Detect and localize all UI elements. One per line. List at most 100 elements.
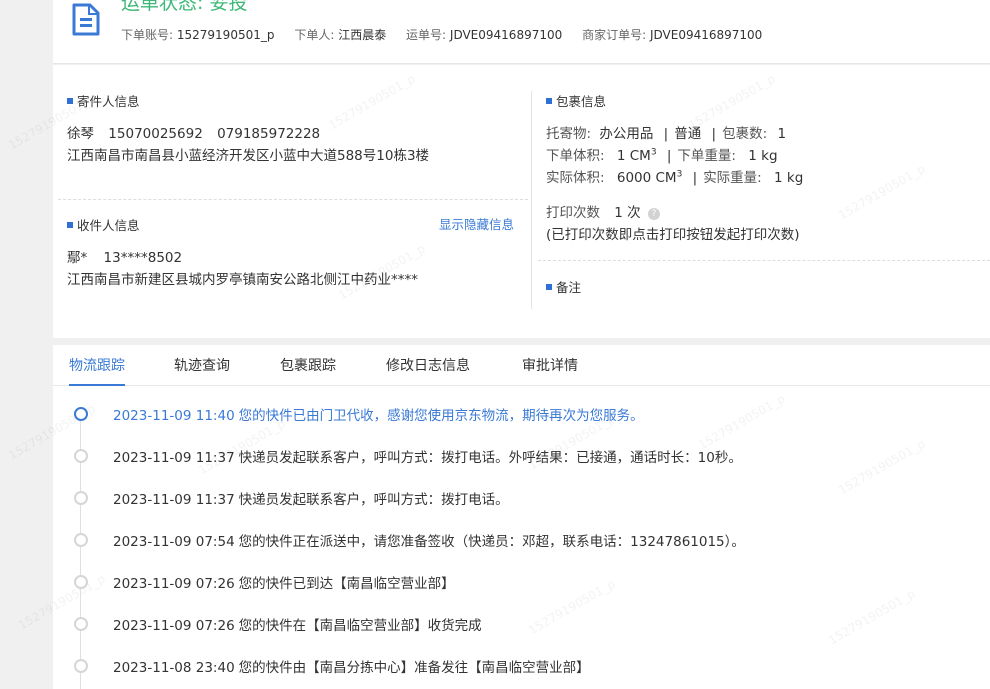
- timeline-text: 您的快件已由门卫代收，感谢您使用京东物流，期待再次为您服务。: [238, 408, 644, 424]
- package-count-label: 包裹数:: [722, 126, 768, 142]
- receiver-contact: 鄢* 13****8502: [67, 246, 182, 266]
- meta-waybill-no: 运单号: JDVE09416897100: [406, 28, 562, 42]
- actual-volume-value: 6000 CM3: [616, 170, 682, 187]
- sender-address: 江西南昌市南昌县小蓝经济开发区小蓝中大道588号10栋3楼: [67, 148, 430, 164]
- meta-label: 商家订单号:: [582, 28, 647, 42]
- tracking-panel: 15279190501_p 15279190501_p 15279190501_…: [6, 345, 990, 689]
- timeline-item: 2023-11-09 11:40 您的快件已由门卫代收，感谢您使用京东物流，期待再…: [53, 404, 990, 424]
- meta-value: JDVE09416897100: [449, 28, 563, 42]
- timeline-item: 2023-11-09 07:54 您的快件正在派送中，请您准备签收（快递员：邓超，…: [53, 530, 990, 550]
- remarks-section-title: 备注: [546, 277, 581, 296]
- timeline-entry: 2023-11-09 07:26 您的快件已到达【南昌临空营业部】: [113, 572, 455, 592]
- receiver-section-title: 收件人信息: [67, 215, 140, 234]
- meta-orderer: 下单人: 江西晨泰: [294, 28, 386, 42]
- timeline-item: 2023-11-09 07:26 您的快件在【南昌临空营业部】收货完成: [53, 614, 990, 634]
- sender-name: 徐琴: [67, 126, 94, 142]
- waybill-header: 运单状态: 妥投 下单账号: 15279190501_p 下单人: 江西晨泰 运…: [53, 0, 990, 64]
- tab-approval-details[interactable]: 审批详情: [522, 355, 578, 386]
- contents-label: 托寄物:: [546, 126, 592, 142]
- package-contents-row: 托寄物: 办公用品 | 普通 | 包裹数: 1: [546, 122, 786, 142]
- timeline-dot: [74, 407, 88, 421]
- timeline-entry: 2023-11-09 07:26 您的快件在【南昌临空营业部】收货完成: [113, 614, 482, 634]
- timeline-time: 2023-11-09 11:40: [113, 408, 235, 424]
- timeline-dot: [74, 659, 88, 673]
- timeline-dot: [74, 617, 88, 631]
- tracking-tabs: 物流跟踪 轨迹查询 包裹跟踪 修改日志信息 审批详情: [53, 345, 990, 386]
- receiver-name: 鄢*: [67, 250, 88, 266]
- meta-value: 15279190501_p: [176, 28, 275, 42]
- shipment-info-panel: 15279190501_p 15279190501_p 15279190501_…: [6, 65, 990, 338]
- sender-section-title: 寄件人信息: [67, 91, 140, 110]
- print-count-value: 1 次: [614, 205, 641, 221]
- separator: |: [692, 170, 698, 186]
- timeline-text: 您的快件已到达【南昌临空营业部】: [238, 576, 455, 592]
- section-divider: [58, 199, 528, 200]
- timeline-time: 2023-11-09 07:54: [113, 534, 235, 550]
- tab-change-log[interactable]: 修改日志信息: [386, 355, 470, 386]
- print-count-note: (已打印次数即点击打印按钮发起打印次数): [546, 227, 800, 243]
- watermark: 15279190501_p: [326, 71, 418, 133]
- timeline-item: 2023-11-09 07:26 您的快件已到达【南昌临空营业部】: [53, 572, 990, 592]
- print-count-label: 打印次数: [546, 205, 600, 221]
- receiver-address: 江西南昌市新建区县城内罗亭镇南安公路北侧江中药业****: [67, 272, 418, 288]
- timeline-text: 快递员发起联系客户，呼叫方式：拨打电话。: [238, 492, 509, 508]
- actual-volume-label: 实际体积:: [546, 170, 605, 186]
- timeline-item: 2023-11-09 11:37 快递员发起联系客户，呼叫方式：拨打电话。外呼结果…: [53, 446, 990, 466]
- actual-volume-number: 6000 CM: [616, 170, 677, 186]
- meta-label: 下单账号:: [121, 28, 174, 42]
- timeline-item: 2023-11-08 23:40 您的快件由【南昌分拣中心】准备发往【南昌临空营业…: [53, 656, 990, 676]
- section-divider: [538, 260, 990, 261]
- cubic-exponent: 3: [650, 147, 657, 158]
- separator: |: [711, 126, 717, 142]
- timeline-time: 2023-11-09 11:37: [113, 492, 235, 508]
- separator: |: [663, 126, 669, 142]
- sender-phone: 15070025692: [108, 126, 203, 142]
- timeline-text: 您的快件由【南昌分拣中心】准备发往【南昌临空营业部】: [238, 660, 590, 676]
- order-weight-value: 1 kg: [748, 148, 778, 164]
- package-count-value: 1: [777, 126, 787, 142]
- timeline-time: 2023-11-09 11:37: [113, 450, 235, 466]
- meta-merchant-order-no: 商家订单号: JDVE09416897100: [582, 28, 762, 42]
- actual-volume-row: 实际体积: 6000 CM3 | 实际重量: 1 kg: [546, 166, 804, 187]
- timeline-dot: [74, 491, 88, 505]
- timeline-entry: 2023-11-08 23:40 您的快件由【南昌分拣中心】准备发往【南昌临空营业…: [113, 656, 590, 676]
- column-divider: [531, 91, 532, 309]
- separator: |: [666, 148, 672, 164]
- watermark: 15279190501_p: [836, 161, 928, 223]
- actual-weight-value: 1 kg: [774, 170, 804, 186]
- meta-label: 运单号:: [406, 28, 447, 42]
- meta-value: JDVE09416897100: [649, 28, 763, 42]
- tab-package-tracking[interactable]: 包裹跟踪: [280, 355, 336, 386]
- package-section-title: 包裹信息: [546, 91, 606, 110]
- timeline-entry: 2023-11-09 11:37 快递员发起联系客户，呼叫方式：拨打电话。: [113, 488, 509, 508]
- timeline-dot: [74, 449, 88, 463]
- order-volume-value: 1 CM3: [616, 147, 657, 165]
- timeline-dot: [74, 575, 88, 589]
- order-volume-row: 下单体积: 1 CM3 | 下单重量: 1 kg: [546, 144, 778, 165]
- meta-label: 下单人:: [294, 28, 335, 42]
- tab-logistics-tracking[interactable]: 物流跟踪: [69, 355, 125, 386]
- timeline-entry: 2023-11-09 07:54 您的快件正在派送中，请您准备签收（快递员：邓超，…: [113, 530, 745, 550]
- meta-account: 下单账号: 15279190501_p: [121, 28, 274, 42]
- order-volume-label: 下单体积:: [546, 148, 605, 164]
- timeline-text: 您的快件在【南昌临空营业部】收货完成: [238, 618, 482, 634]
- sender-contact: 徐琴 15070025692 079185972228: [67, 122, 320, 142]
- toggle-hidden-info-link[interactable]: 显示隐藏信息: [439, 214, 514, 233]
- print-count-row: 打印次数 1 次 ?: [546, 201, 660, 221]
- timeline-time: 2023-11-09 07:26: [113, 576, 235, 592]
- order-weight-label: 下单重量:: [677, 148, 736, 164]
- timeline-entry: 2023-11-09 11:40 您的快件已由门卫代收，感谢您使用京东物流，期待再…: [113, 404, 644, 424]
- meta-value: 江西晨泰: [338, 28, 387, 42]
- sender-landline: 079185972228: [217, 126, 321, 142]
- receiver-phone: 13****8502: [103, 250, 183, 266]
- order-volume-number: 1 CM: [616, 148, 651, 164]
- timeline-time: 2023-11-08 23:40: [113, 660, 235, 676]
- waybill-status: 运单状态: 妥投: [121, 0, 248, 14]
- contents-value: 办公用品: [599, 126, 654, 142]
- service-type: 普通: [674, 126, 702, 142]
- timeline-item: 2023-11-09 11:37 快递员发起联系客户，呼叫方式：拨打电话。: [53, 488, 990, 508]
- tab-route-query[interactable]: 轨迹查询: [174, 355, 230, 386]
- timeline-time: 2023-11-09 07:26: [113, 618, 235, 634]
- timeline-entry: 2023-11-09 11:37 快递员发起联系客户，呼叫方式：拨打电话。外呼结果…: [113, 446, 742, 466]
- help-icon[interactable]: ?: [647, 208, 660, 220]
